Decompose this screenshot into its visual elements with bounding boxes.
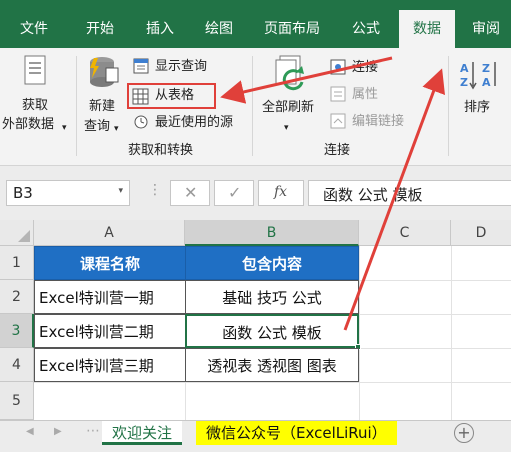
annotation-arrow-to-data-tab [343,68,445,331]
annotation-arrow-to-from-table [220,56,393,104]
annotation-arrows [220,56,445,331]
